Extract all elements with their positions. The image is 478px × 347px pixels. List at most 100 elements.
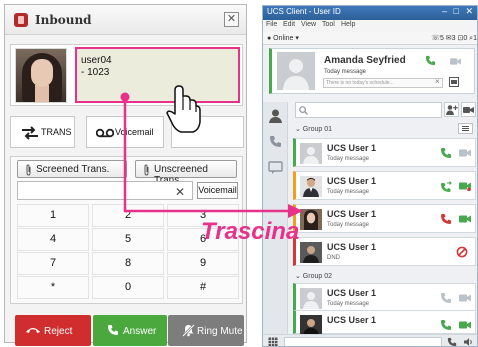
video-icon[interactable] bbox=[459, 181, 471, 191]
phone-ringing-icon[interactable] bbox=[440, 213, 452, 225]
dialog-titlebar: Inbound ✕ bbox=[5, 5, 246, 35]
trans-button[interactable]: TRANS bbox=[10, 116, 75, 148]
transfer-arrows-icon bbox=[22, 126, 38, 140]
video-icon[interactable] bbox=[459, 320, 471, 330]
app-logo-icon bbox=[14, 13, 28, 27]
ring-mute-button[interactable]: Ring Mute bbox=[168, 315, 244, 346]
video-icon[interactable] bbox=[459, 148, 471, 158]
contact-avatar bbox=[300, 242, 322, 263]
contact-avatar bbox=[300, 143, 322, 164]
woman-portrait-icon bbox=[304, 210, 318, 230]
inbound-call-dialog: Inbound ✕ user04 - 1023 TRANS Voicemail bbox=[4, 4, 247, 346]
schedule-field[interactable]: There is no today's schedule... bbox=[323, 78, 443, 88]
contact-row[interactable]: UCS User 1 bbox=[293, 310, 476, 336]
menu-help[interactable]: Help bbox=[341, 21, 355, 28]
paperclip-icon bbox=[26, 164, 31, 176]
window-controls[interactable]: – □ ✕ bbox=[442, 6, 475, 17]
keypad-key-5[interactable]: 5 bbox=[92, 228, 164, 251]
group-header[interactable]: ⌄ Group 02 bbox=[295, 269, 477, 283]
keypad-key-0[interactable]: 0 bbox=[92, 276, 164, 299]
contact-message: Today message bbox=[327, 301, 370, 307]
profile-avatar[interactable] bbox=[277, 52, 315, 90]
add-contact-button[interactable] bbox=[444, 102, 459, 117]
contact-row[interactable]: UCS User 1 Today message bbox=[293, 171, 476, 200]
ucs-window-title: UCS Client - User ID bbox=[267, 7, 341, 16]
voicemail-icon bbox=[96, 128, 114, 138]
contact-row[interactable]: UCS User 1 DND bbox=[293, 237, 476, 266]
clear-input-icon[interactable]: ✕ bbox=[175, 185, 185, 199]
dialpad-icon[interactable] bbox=[268, 337, 278, 347]
video-icon[interactable] bbox=[459, 214, 471, 224]
contact-search-input[interactable] bbox=[295, 102, 442, 118]
call-history-tab-icon[interactable] bbox=[267, 134, 284, 149]
quick-dial-input[interactable] bbox=[284, 337, 442, 346]
contact-row[interactable]: UCS User 1 Today message bbox=[293, 138, 476, 167]
add-group-button[interactable] bbox=[461, 102, 476, 117]
keypad-key-7[interactable]: 7 bbox=[17, 252, 89, 275]
unscreened-transfer-button[interactable]: Unscreened Trans. bbox=[135, 160, 237, 186]
menu-edit[interactable]: Edit bbox=[283, 21, 295, 28]
my-profile-card: Amanda Seyfried Today message There is n… bbox=[269, 48, 475, 94]
keypad-key-2[interactable]: 2 bbox=[92, 204, 164, 227]
clear-schedule-icon[interactable]: × bbox=[435, 77, 440, 86]
video-conference-icon bbox=[463, 107, 474, 113]
profile-message: Today message bbox=[324, 69, 367, 75]
phone-icon[interactable] bbox=[425, 55, 436, 66]
send-to-voicemail-button[interactable]: Voicemail bbox=[197, 182, 238, 199]
man-portrait-icon bbox=[303, 319, 319, 336]
keypad-key-1[interactable]: 1 bbox=[17, 204, 89, 227]
dialog-title: Inbound bbox=[35, 13, 92, 27]
menu-tool[interactable]: Tool bbox=[322, 21, 335, 28]
answer-label: Answer bbox=[123, 326, 157, 337]
user-silhouette-icon bbox=[283, 59, 309, 90]
keypad-button[interactable] bbox=[171, 116, 244, 148]
phone-icon[interactable] bbox=[440, 147, 452, 159]
notification-counts[interactable]: ☏5 ✉3 ⊡0 ⌕1 bbox=[431, 34, 477, 43]
messages-tab-icon[interactable] bbox=[267, 160, 284, 175]
keypad-key-8[interactable]: 8 bbox=[92, 252, 164, 275]
phone-icon[interactable] bbox=[440, 319, 452, 331]
voicemail-label: Voicemail bbox=[115, 127, 154, 137]
phone-icon[interactable] bbox=[447, 337, 457, 347]
caller-info-box[interactable]: user04 - 1023 bbox=[75, 47, 240, 103]
phone-icon[interactable] bbox=[440, 292, 452, 304]
schedule-icon[interactable] bbox=[449, 77, 459, 87]
group-header[interactable]: ⌄ Group 01 bbox=[295, 122, 477, 136]
screened-transfer-button[interactable]: Screened Trans. bbox=[17, 160, 127, 178]
video-icon[interactable] bbox=[450, 57, 461, 66]
group-label: ⌄ Group 01 bbox=[295, 126, 332, 133]
reject-button[interactable]: Reject bbox=[15, 315, 91, 346]
contact-name: UCS User 1 bbox=[327, 288, 377, 298]
close-button[interactable]: ✕ bbox=[224, 12, 239, 27]
keypad-key-hash[interactable]: # bbox=[167, 276, 239, 299]
voicemail-button[interactable]: Voicemail bbox=[86, 116, 164, 148]
caller-avatar bbox=[15, 48, 67, 103]
status-bar: ● Online ▾ ☏5 ✉3 ⊡0 ⌕1 bbox=[263, 32, 477, 45]
keypad-key-star[interactable]: * bbox=[17, 276, 89, 299]
contact-row[interactable]: UCS User 1 Today message bbox=[293, 204, 476, 233]
search-icon bbox=[299, 106, 308, 115]
bottom-toolbar bbox=[263, 334, 477, 347]
ring-mute-label: Ring Mute bbox=[197, 326, 243, 337]
contact-row[interactable]: UCS User 1 Today message bbox=[293, 283, 476, 312]
caller-extension: - 1023 bbox=[81, 67, 110, 78]
contact-message: DND bbox=[327, 255, 340, 261]
do-not-disturb-icon bbox=[456, 246, 468, 258]
speaker-icon[interactable] bbox=[463, 337, 473, 347]
contacts-tab-icon[interactable] bbox=[267, 108, 284, 123]
keypad-key-9[interactable]: 9 bbox=[167, 252, 239, 275]
user-silhouette-icon bbox=[303, 292, 319, 309]
answer-button[interactable]: Answer bbox=[93, 315, 167, 346]
menu-bar: File Edit View Tool Help bbox=[263, 20, 477, 32]
contact-name: UCS User 1 bbox=[327, 176, 377, 186]
video-icon[interactable] bbox=[459, 293, 471, 303]
contact-avatar bbox=[300, 209, 322, 230]
group-menu-button[interactable] bbox=[458, 123, 473, 134]
dial-number-input[interactable] bbox=[17, 181, 193, 200]
menu-file[interactable]: File bbox=[266, 21, 277, 28]
ucs-titlebar: UCS Client - User ID – □ ✕ bbox=[263, 6, 477, 20]
presence-status-dropdown[interactable]: ● Online ▾ bbox=[267, 34, 299, 42]
phone-forward-icon[interactable] bbox=[440, 180, 452, 192]
keypad-key-4[interactable]: 4 bbox=[17, 228, 89, 251]
menu-view[interactable]: View bbox=[301, 21, 316, 28]
